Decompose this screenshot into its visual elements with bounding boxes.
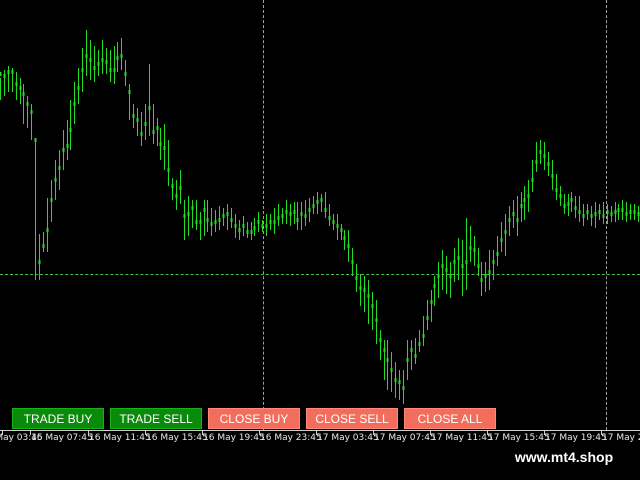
close-sell-button[interactable]: CLOSE SELL <box>306 408 398 429</box>
trade-sell-button[interactable]: TRADE SELL <box>110 408 202 429</box>
period-separator-line <box>606 0 607 430</box>
close-buy-button[interactable]: CLOSE BUY <box>208 408 300 429</box>
candlestick-series <box>0 30 640 404</box>
close-all-button[interactable]: CLOSE ALL <box>404 408 496 429</box>
trade-buy-button[interactable]: TRADE BUY <box>12 408 104 429</box>
time-axis-label: 17 May 19:45 <box>545 433 607 443</box>
period-separator-line <box>263 0 264 430</box>
time-axis-label: 17 May 23:45 <box>602 433 640 443</box>
time-axis-label: 17 May 07:45 <box>374 433 436 443</box>
time-axis-label: 16 May 23:45 <box>260 433 322 443</box>
time-axis-label: 16 May 07:45 <box>31 433 93 443</box>
time-axis-label: 16 May 11:45 <box>89 433 151 443</box>
price-chart[interactable] <box>0 0 640 430</box>
watermark-text: www.mt4.shop <box>514 449 614 465</box>
time-axis-label: 17 May 03:45 <box>317 433 379 443</box>
time-axis-label: 16 May 15:45 <box>146 433 208 443</box>
time-axis-label: 16 May 19:45 <box>203 433 265 443</box>
time-axis: 16 May 03:45 16 May 07:45 16 May 11:45 1… <box>0 430 640 447</box>
time-axis-label: 17 May 11:45 <box>431 433 493 443</box>
watermark-box: www.mt4.shop <box>496 446 632 468</box>
time-axis-label: 17 May 15:45 <box>488 433 550 443</box>
price-level-line[interactable] <box>0 274 640 275</box>
